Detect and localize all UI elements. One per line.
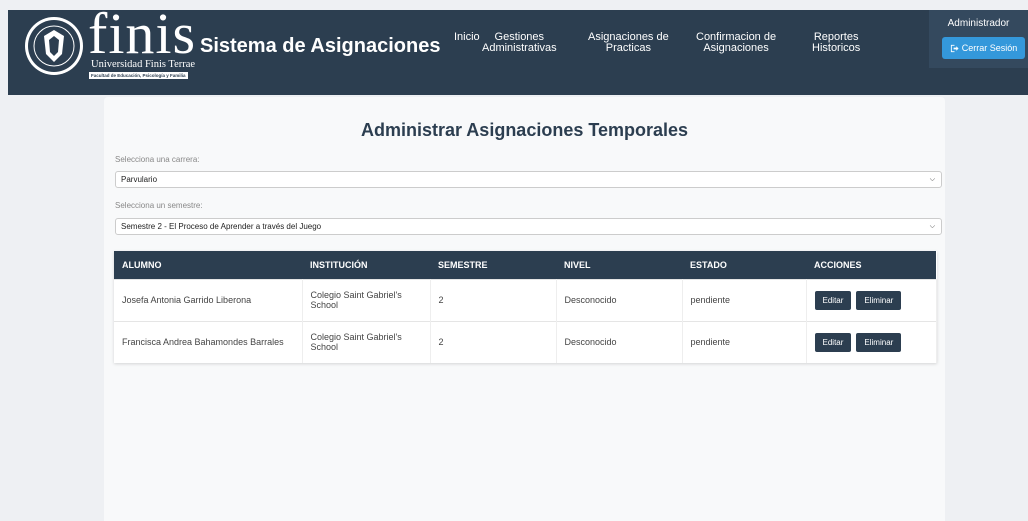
user-name: Administrador (947, 18, 1010, 29)
nav-inicio-label: Inicio (454, 31, 480, 43)
nav-asignaciones-line2: Practicas (605, 42, 651, 54)
logout-button[interactable]: Cerrar Sesión (942, 37, 1025, 59)
cell-semestre: 2 (430, 278, 557, 321)
cell-alumno: Josefa Antonia Garrido Liberona (114, 278, 303, 321)
cell-estado: pendiente (682, 278, 807, 321)
cell-semestre: 2 (430, 320, 557, 363)
header-semestre: SEMESTRE (430, 251, 556, 279)
nav-gestiones-administrativas[interactable]: Gestiones Administrativas (482, 32, 557, 54)
logout-label: Cerrar Sesión (961, 43, 1018, 53)
cell-acciones: Editar Eliminar (806, 278, 937, 321)
table-row: Francisca Andrea Bahamondes Barrales Col… (114, 320, 937, 363)
delete-button[interactable]: Eliminar (856, 290, 902, 310)
edit-button[interactable]: Editar (814, 332, 852, 352)
nav-gestiones-line2: Administrativas (482, 42, 557, 54)
nav-inicio[interactable]: Inicio (454, 32, 480, 43)
logout-icon (950, 44, 959, 52)
chevron-down-icon: ⌵ (929, 223, 935, 230)
table-row: Josefa Antonia Garrido Liberona Colegio … (114, 278, 937, 321)
nav-confirmacion-asignaciones[interactable]: Confirmacion de Asignaciones (696, 32, 776, 54)
semester-select-value: Semestre 2 - El Proceso de Aprender a tr… (121, 222, 322, 231)
page-title: Administrar Asignaciones Temporales (360, 120, 689, 140)
cell-estado: pendiente (682, 320, 807, 363)
university-seal-logo (25, 17, 83, 75)
career-label: Selecciona una carrera: (115, 155, 200, 164)
brand-tagline: Facultad de Educación, Psicología y Fami… (89, 72, 188, 79)
main-card: Administrar Asignaciones Temporales Sele… (104, 97, 945, 521)
delete-button[interactable]: Eliminar (856, 332, 902, 352)
cell-nivel: Desconocido (556, 278, 683, 321)
brand-logo-text: finis (88, 1, 197, 66)
header-acciones: ACCIONES (806, 251, 936, 279)
assignments-table: ALUMNO INSTITUCIÓN SEMESTRE NIVEL ESTADO… (114, 251, 937, 363)
user-panel: Administrador Cerrar Sesión (929, 10, 1028, 68)
nav-reportes-historicos[interactable]: Reportes Historicos (812, 32, 860, 54)
header-estado: ESTADO (682, 251, 806, 279)
nav-confirmacion-line2: Asignaciones (703, 42, 769, 54)
career-select-value: Parvulario (121, 175, 158, 184)
semester-label: Selecciona un semestre: (115, 201, 203, 210)
cell-institucion: Colegio Saint Gabriel's School (302, 278, 431, 321)
cell-alumno: Francisca Andrea Bahamondes Barrales (114, 320, 303, 363)
top-header: finis Universidad Finis Terrae Facultad … (8, 4, 1028, 95)
header-institucion: INSTITUCIÓN (302, 251, 430, 279)
table-header-row: ALUMNO INSTITUCIÓN SEMESTRE NIVEL ESTADO… (114, 251, 936, 279)
app-title: Sistema de Asignaciones (200, 35, 441, 57)
semester-select[interactable]: Semestre 2 - El Proceso de Aprender a tr… (115, 218, 942, 235)
nav-reportes-line2: Historicos (812, 42, 861, 54)
cell-institucion: Colegio Saint Gabriel's School (302, 320, 431, 363)
header-nivel: NIVEL (556, 251, 682, 279)
chevron-down-icon: ⌵ (929, 176, 935, 183)
brand-subtitle: Universidad Finis Terrae (91, 59, 196, 70)
header-alumno: ALUMNO (114, 251, 302, 279)
edit-button[interactable]: Editar (814, 290, 852, 310)
cell-nivel: Desconocido (556, 320, 683, 363)
career-select[interactable]: Parvulario ⌵ (115, 171, 942, 188)
cell-acciones: Editar Eliminar (806, 320, 937, 363)
nav-asignaciones-practicas[interactable]: Asignaciones de Practicas (588, 32, 669, 54)
